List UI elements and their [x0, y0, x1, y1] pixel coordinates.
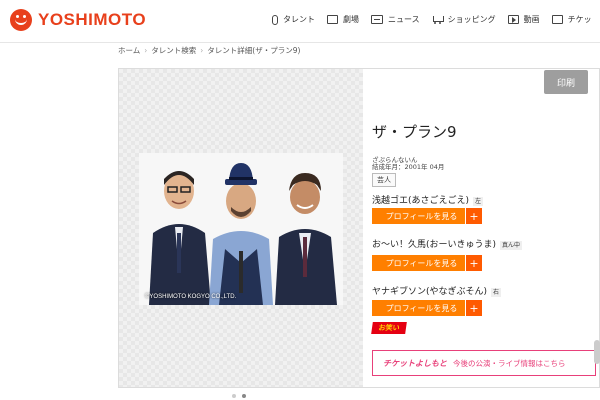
member-position: 右	[491, 288, 502, 297]
talent-name: ザ・プラン9	[372, 123, 457, 141]
nav-label: ニュース	[388, 15, 420, 24]
nav-label: タレント	[283, 15, 315, 24]
profile-button-label: プロフィールを見る	[385, 258, 458, 268]
member-name: お〜い！久馬(おーいきゅうま) 真ん中	[372, 237, 523, 250]
cart-icon	[432, 15, 444, 25]
profile-button-label: プロフィールを見る	[385, 211, 458, 221]
breadcrumb-current: タレント詳細(ザ・プラン9)	[207, 46, 301, 55]
ticket-icon	[551, 15, 563, 24]
breadcrumb-talent-search[interactable]: タレント検索	[151, 46, 196, 55]
nav-label: ショッピング	[447, 15, 496, 24]
plus-icon: +	[465, 255, 482, 271]
nav-item-talent[interactable]: タレント	[270, 14, 315, 25]
nav-item-ticket[interactable]: チケッ	[551, 14, 592, 25]
nav-label: チケッ	[567, 15, 592, 24]
member-name: ヤナギブソン(やなぎぶそん) 右	[372, 284, 502, 297]
ticket-banner[interactable]: チケットよしもと 今後の公演・ライブ情報はこちら	[372, 350, 596, 376]
scroll-handle[interactable]	[594, 340, 600, 364]
theater-icon	[327, 15, 338, 24]
member-name-text: お〜い！久馬(おーいきゅうま)	[372, 240, 497, 250]
photo-copyright: ©YOSHIMOTO KOGYO CO.,LTD.	[145, 294, 237, 300]
group-photo-illustration	[139, 153, 343, 305]
nav-item-news[interactable]: ニュース	[371, 14, 420, 25]
nav-item-video[interactable]: 動画	[507, 14, 540, 25]
breadcrumb-separator-icon: ›	[200, 46, 204, 55]
main-nav: タレント 劇場 ニュース ショッピング 動画 チケッ	[270, 14, 600, 25]
plus-icon: +	[465, 208, 482, 224]
ticket-brand-logo: チケットよしもと	[383, 358, 447, 368]
nav-item-shopping[interactable]: ショッピング	[432, 14, 496, 25]
nav-label: 劇場	[343, 15, 359, 24]
profile-button[interactable]: プロフィールを見る +	[372, 255, 482, 271]
profile-button-label: プロフィールを見る	[385, 303, 458, 313]
nav-label: 動画	[523, 15, 540, 24]
member-name: 浅越ゴエ(あさごえごえ) 左	[372, 193, 484, 206]
play-icon	[507, 15, 519, 24]
photo-area: ©YOSHIMOTO KOGYO CO.,LTD.	[119, 69, 363, 387]
news-icon	[371, 15, 383, 24]
member-name-text: ヤナギブソン(やなぎぶそん)	[372, 287, 488, 297]
breadcrumb-separator-icon: ›	[144, 46, 148, 55]
member-name-text: 浅越ゴエ(あさごえごえ)	[372, 196, 470, 206]
profile-button[interactable]: プロフィールを見る +	[372, 300, 482, 316]
carousel-dots	[232, 394, 246, 398]
owarai-logo[interactable]: お笑い	[371, 322, 407, 334]
group-photo: ©YOSHIMOTO KOGYO CO.,LTD.	[139, 153, 343, 305]
logo-mark-icon	[10, 9, 32, 31]
site-header: YOSHIMOTO タレント 劇場 ニュース ショッピング 動画 チケッ	[0, 0, 600, 43]
profile-button[interactable]: プロフィールを見る +	[372, 208, 482, 224]
yoshimoto-logo[interactable]: YOSHIMOTO	[10, 9, 146, 31]
breadcrumb-home[interactable]: ホーム	[118, 46, 140, 55]
formed-date: 結成年月：2001年 04月	[372, 163, 445, 171]
talent-card: ©YOSHIMOTO KOGYO CO.,LTD.	[118, 68, 600, 388]
nav-item-theater[interactable]: 劇場	[327, 14, 359, 25]
member-position: 左	[473, 197, 484, 206]
mic-icon	[272, 14, 278, 25]
plus-icon: +	[465, 300, 482, 316]
print-button[interactable]: 印刷	[544, 70, 588, 94]
ticket-banner-text: 今後の公演・ライブ情報はこちら	[453, 358, 566, 368]
logo-text: YOSHIMOTO	[38, 10, 147, 29]
member-position: 真ん中	[500, 241, 523, 250]
breadcrumb: ホーム › タレント検索 › タレント詳細(ザ・プラン9)	[118, 45, 300, 56]
category-tag: 芸人	[372, 173, 396, 187]
